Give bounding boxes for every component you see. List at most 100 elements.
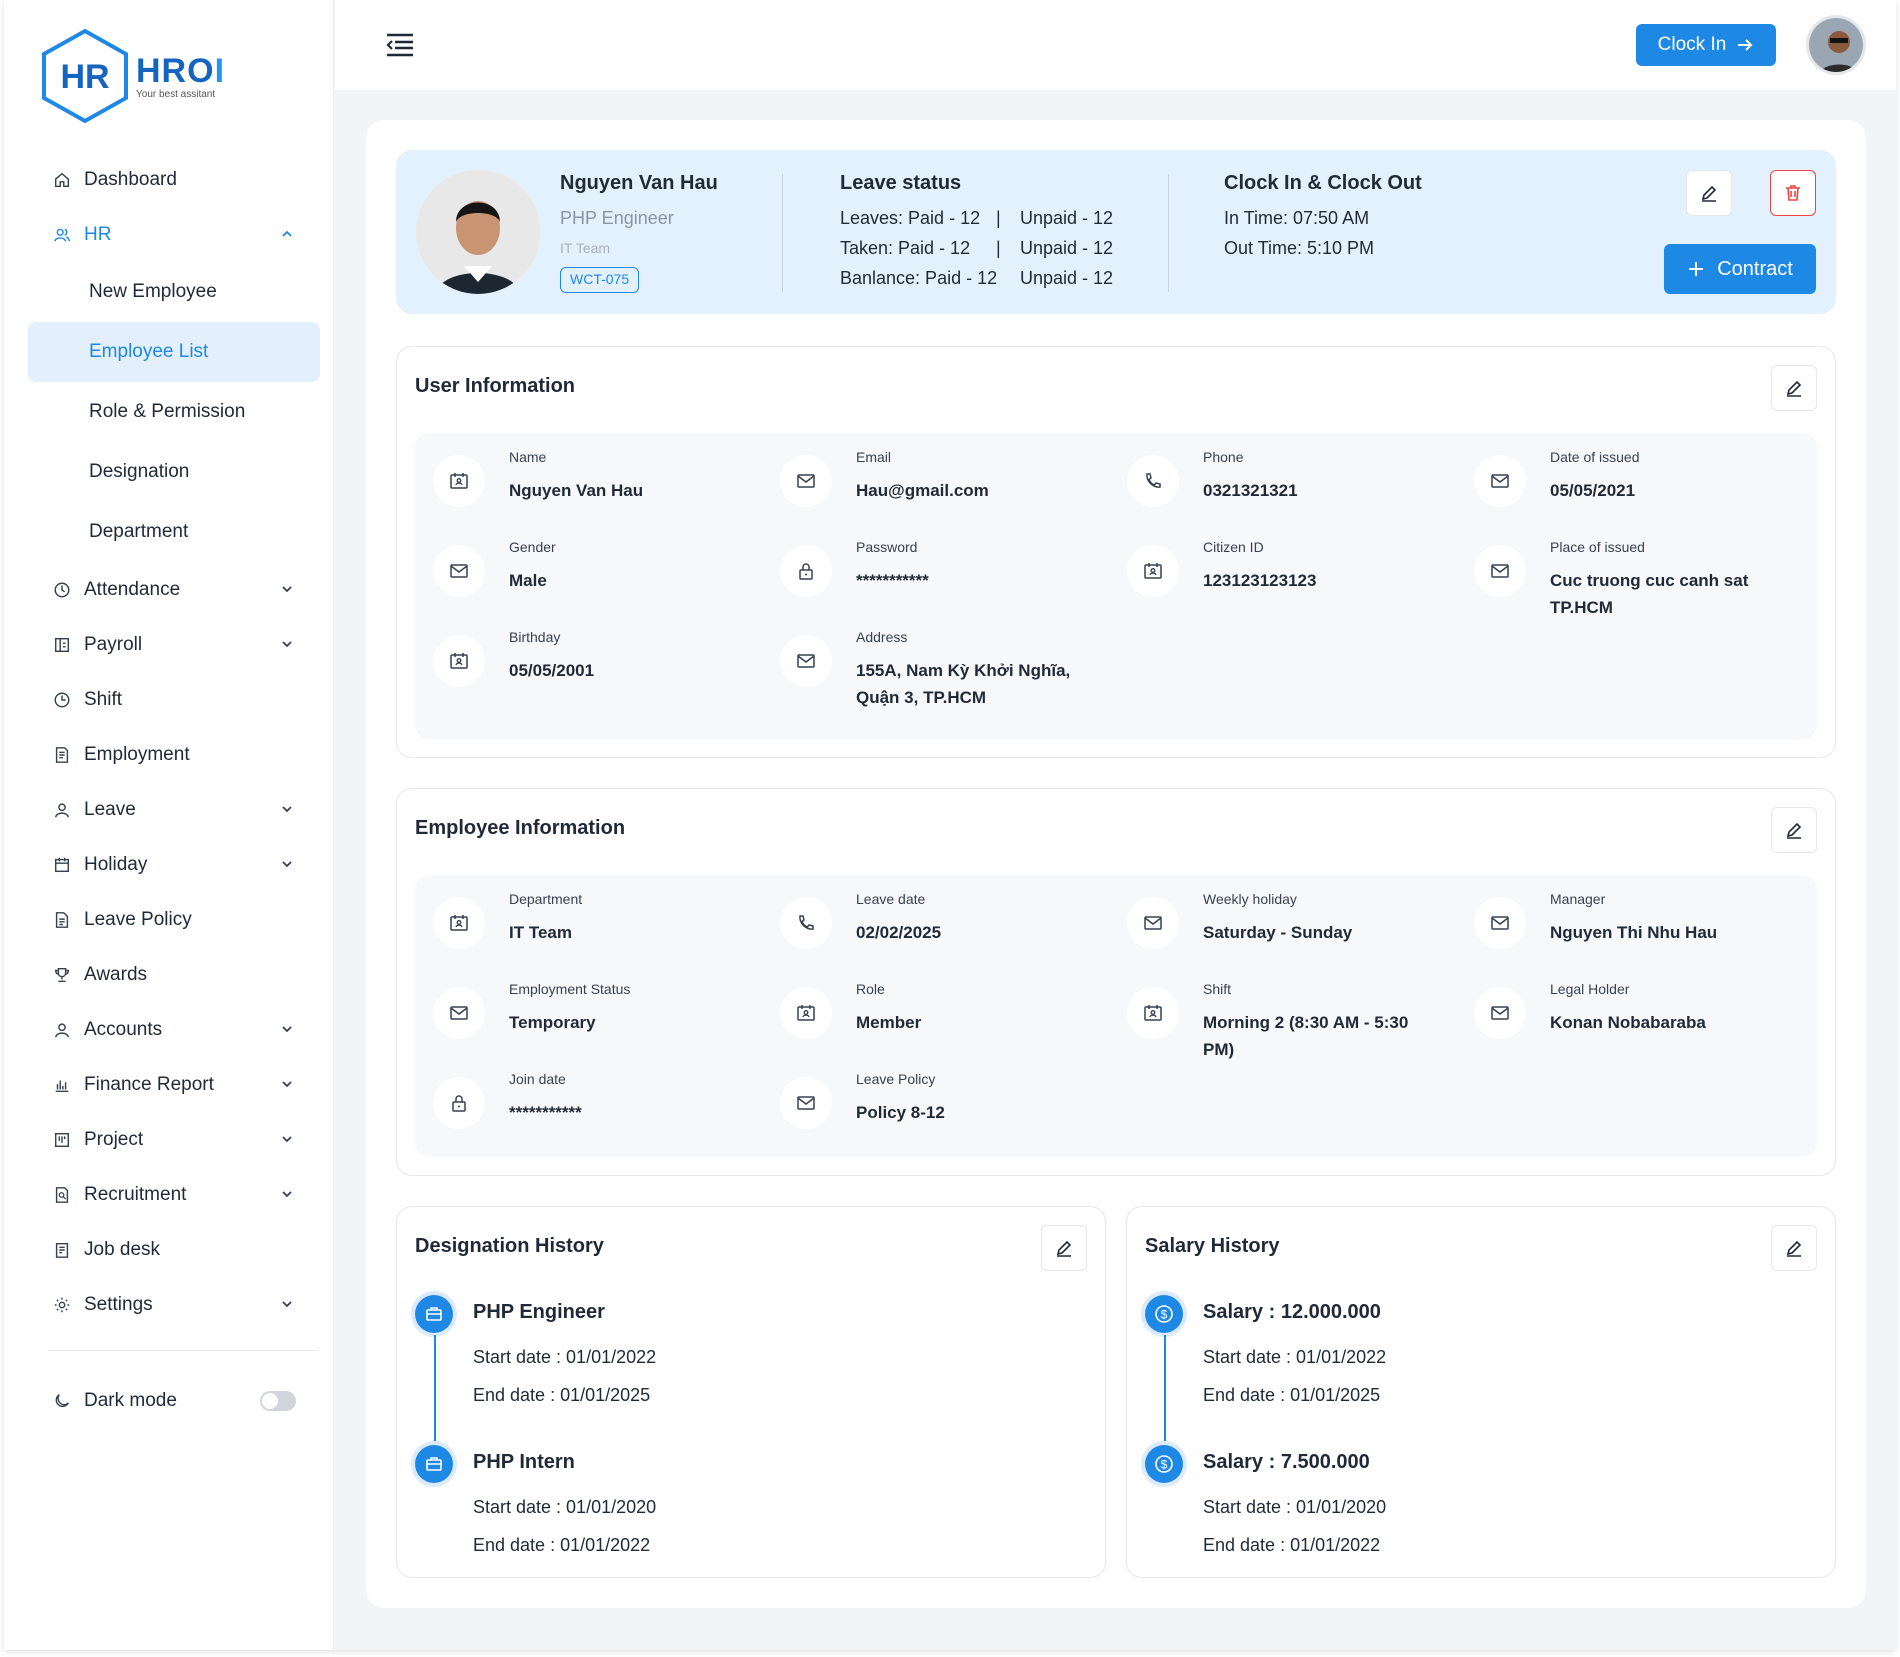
app-window: HR HROI Your best assitant Dashboard HR … (4, 0, 1896, 1650)
sidebar-item-dashboard[interactable]: Dashboard (28, 152, 320, 207)
sidebar-sub-designation[interactable]: Designation (28, 442, 320, 502)
id-card-icon (433, 897, 485, 949)
sidebar-item-job-desk[interactable]: Job desk (28, 1222, 320, 1277)
clock-in-label: Clock In (1657, 34, 1727, 55)
sidebar-item-label: Accounts (84, 1018, 163, 1040)
edit-user-info-button[interactable] (1771, 365, 1817, 411)
timeline-title: PHP Engineer (473, 1301, 605, 1323)
field-value: Member (856, 1013, 922, 1032)
document-icon (52, 745, 72, 765)
sidebar-sub-department[interactable]: Department (28, 502, 320, 562)
menu-collapse-icon[interactable] (385, 32, 415, 58)
dollar-icon: $ (1145, 1295, 1183, 1333)
field-label: Email (856, 449, 892, 465)
sidebar-item-leave[interactable]: Leave (28, 782, 320, 837)
person-icon (52, 800, 72, 820)
dark-mode-label: Dark mode (84, 1389, 177, 1411)
edit-designation-button[interactable] (1041, 1225, 1087, 1271)
delete-employee-button[interactable] (1770, 170, 1816, 216)
sidebar-item-awards[interactable]: Awards (28, 947, 320, 1002)
lock-icon (780, 545, 832, 597)
field-value: Male (509, 571, 547, 590)
sidebar-item-project[interactable]: Project (28, 1112, 320, 1167)
field-label: Manager (1550, 891, 1606, 907)
sidebar-nav: Dashboard HR New Employee Employee List … (28, 152, 320, 1428)
field-value: IT Team (509, 923, 572, 942)
brand-logo[interactable]: HR HROI Your best assitant (40, 28, 225, 124)
sidebar-item-finance-report[interactable]: Finance Report (28, 1057, 320, 1112)
field-value: *********** (509, 1103, 582, 1122)
card-title: Employee Information (415, 817, 626, 839)
sidebar-sub-employee-list[interactable]: Employee List (28, 322, 320, 382)
employee-info-grid: Department IT Team Leave date 02/02/2025 Wee… (415, 875, 1817, 1157)
sidebar-item-settings[interactable]: Settings (28, 1277, 320, 1332)
trophy-icon (52, 965, 72, 985)
edit-profile-button[interactable] (1686, 170, 1732, 216)
sidebar-item-leave-policy[interactable]: Leave Policy (28, 892, 320, 947)
clock-in-button[interactable]: Clock In (1636, 24, 1776, 66)
moon-icon (52, 1391, 72, 1411)
dark-mode-toggle[interactable] (260, 1391, 296, 1411)
card-title: User Information (415, 375, 576, 397)
chevron-down-icon (282, 586, 292, 593)
brand-tagline: Your best assitant (136, 89, 216, 100)
designation-history-card: Designation History PHP Engineer Start da… (396, 1206, 1106, 1578)
leave-unpaid: Unpaid - 12 (1020, 208, 1114, 228)
field-label: Legal Holder (1550, 981, 1630, 997)
user-avatar[interactable] (1806, 15, 1866, 75)
id-card-icon (780, 987, 832, 1039)
sidebar-item-hr[interactable]: HR (28, 207, 320, 262)
clock-title: Clock In & Clock Out (1224, 172, 1422, 194)
sidebar-sub-new-employee[interactable]: New Employee (28, 262, 320, 322)
timeline-end: End date : 01/01/2025 (473, 1385, 651, 1405)
sidebar-divider (48, 1350, 318, 1351)
edit-employee-info-button[interactable] (1771, 807, 1817, 853)
contract-label: Contract (1717, 257, 1793, 280)
chevron-down-icon (282, 1026, 292, 1033)
mail-icon (1474, 455, 1526, 507)
field-label: Department (509, 891, 583, 907)
edit-salary-button[interactable] (1771, 1225, 1817, 1271)
employee-code-badge: WCT-075 (560, 267, 640, 293)
chevron-down-icon (282, 861, 292, 868)
phone-icon (1127, 455, 1179, 507)
pencil-icon (1786, 822, 1802, 839)
timeline-end: End date : 01/01/2025 (1203, 1385, 1381, 1405)
id-card-icon (1127, 987, 1179, 1039)
bar-chart-icon (52, 1075, 72, 1095)
sidebar-item-payroll[interactable]: Payroll (28, 617, 320, 672)
sidebar-sub-role-permission[interactable]: Role & Permission (28, 382, 320, 442)
field-label: Password (856, 539, 918, 555)
sidebar-item-holiday[interactable]: Holiday (28, 837, 320, 892)
arrow-right-icon (1738, 39, 1753, 51)
sidebar-item-shift[interactable]: Shift (28, 672, 320, 727)
sidebar-item-employment[interactable]: Employment (28, 727, 320, 782)
sidebar-item-recruitment[interactable]: Recruitment (28, 1167, 320, 1222)
chevron-up-icon (282, 230, 292, 237)
sidebar-item-attendance[interactable]: Attendance (28, 562, 320, 617)
timeline-connector (434, 1335, 436, 1443)
calendar-icon (52, 855, 72, 875)
id-card-icon (433, 635, 485, 687)
sidebar-item-label: Holiday (84, 853, 148, 875)
sidebar-item-label: Payroll (84, 633, 143, 655)
add-contract-button[interactable]: Contract (1664, 244, 1816, 294)
card-title: Salary History (1145, 1235, 1280, 1257)
sidebar-item-label: Recruitment (84, 1183, 187, 1205)
separator: | (996, 208, 1001, 228)
top-bar: Clock In (335, 0, 1896, 90)
divider (782, 174, 783, 292)
pencil-icon (1056, 1240, 1072, 1257)
users-icon (52, 225, 72, 245)
plus-icon (1689, 262, 1704, 276)
briefcase-icon (415, 1295, 453, 1333)
brand-name: HROI (136, 52, 226, 90)
mail-icon (1127, 897, 1179, 949)
id-card-icon (433, 455, 485, 507)
sidebar-item-label: Shift (84, 688, 123, 710)
sidebar: HR HROI Your best assitant Dashboard HR … (4, 0, 334, 1650)
in-time: In Time: 07:50 AM (1224, 208, 1370, 228)
sidebar-item-label: Leave Policy (84, 908, 192, 930)
sidebar-item-accounts[interactable]: Accounts (28, 1002, 320, 1057)
search-doc-icon (52, 1185, 72, 1205)
